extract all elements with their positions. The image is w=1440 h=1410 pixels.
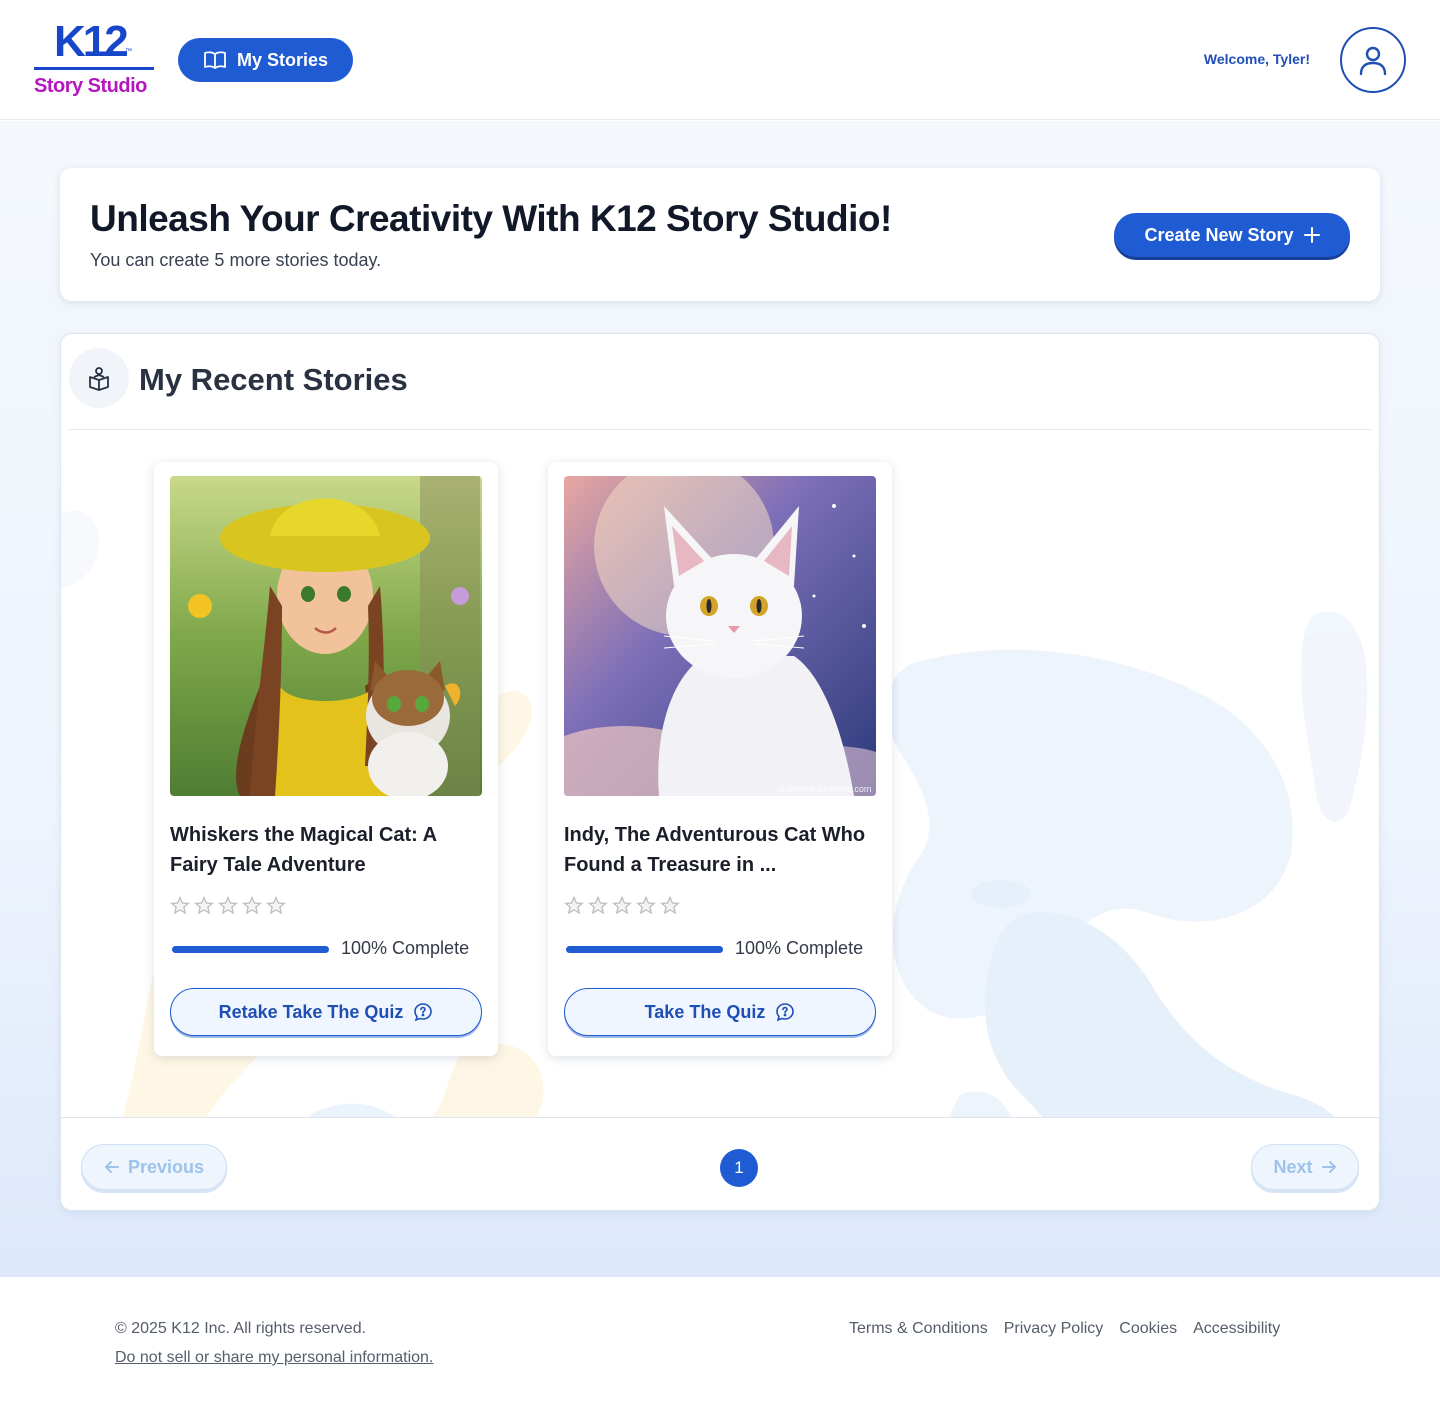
- stories-remaining-text: You can create 5 more stories today.: [90, 250, 382, 270]
- recent-stories-header: My Recent Stories: [69, 334, 1371, 430]
- my-stories-button[interactable]: My Stories: [178, 38, 353, 82]
- copyright-text: © 2025 K12 Inc. All rights reserved.: [115, 1320, 367, 1337]
- create-new-story-button[interactable]: Create New Story: [1114, 213, 1350, 257]
- previous-label: Previous: [127, 1156, 205, 1177]
- logo-trademark: ™: [125, 48, 132, 55]
- page-number-button[interactable]: 1: [720, 1149, 758, 1187]
- book-reader-icon-wrapper: [69, 348, 129, 408]
- star-outline-icon[interactable]: [612, 896, 632, 916]
- star-outline-icon[interactable]: [636, 896, 656, 916]
- cookies-link[interactable]: Cookies: [1119, 1320, 1177, 1338]
- image-watermark: stablediffusionweb.com: [778, 784, 871, 794]
- recent-stories-title: My Recent Stories: [139, 362, 408, 397]
- story-card[interactable]: Whiskers the Magical Cat: A Fairy Tale A…: [154, 462, 498, 1056]
- main-content: Unleash Your Creativity With K12 Story S…: [0, 121, 1440, 1277]
- take-quiz-button[interactable]: Take The Quiz: [564, 988, 876, 1036]
- accessibility-link[interactable]: Accessibility: [1193, 1320, 1280, 1338]
- star-outline-icon[interactable]: [170, 896, 190, 916]
- story-progress-fill: [566, 946, 723, 953]
- create-new-story-label: Create New Story: [1144, 224, 1294, 245]
- user-icon: [1359, 46, 1387, 76]
- k12-story-studio-logo[interactable]: K12 ™ Story Studio: [34, 20, 156, 100]
- story-title[interactable]: Whiskers the Magical Cat: A Fairy Tale A…: [170, 820, 482, 880]
- rating-stars[interactable]: [564, 896, 680, 916]
- hero-banner: Unleash Your Creativity With K12 Story S…: [60, 168, 1380, 301]
- previous-page-button[interactable]: Previous: [81, 1144, 227, 1190]
- pagination: Previous 1 Next: [61, 1117, 1379, 1210]
- question-bubble-icon: [414, 1003, 433, 1022]
- story-progress-bar: [172, 946, 329, 953]
- star-outline-icon[interactable]: [218, 896, 238, 916]
- story-cover-image[interactable]: stablediffusionweb.com: [564, 476, 876, 796]
- logo-k12-text: K12: [54, 17, 129, 66]
- story-title[interactable]: Indy, The Adventurous Cat Who Found a Tr…: [564, 820, 876, 880]
- story-cover-image[interactable]: [170, 476, 482, 796]
- star-outline-icon[interactable]: [194, 896, 214, 916]
- story-illustration-white-cat: stablediffusionweb.com: [564, 476, 876, 796]
- story-progress-label: 100% Complete: [735, 938, 864, 958]
- footer-links: Terms & Conditions Privacy Policy Cookie…: [849, 1320, 1280, 1338]
- privacy-policy-link[interactable]: Privacy Policy: [1004, 1320, 1104, 1338]
- logo-divider: [34, 67, 154, 70]
- arrow-right-icon: [1321, 1161, 1336, 1173]
- recent-stories-panel: My Recent Stories Whiskers the Magical C…: [60, 333, 1380, 1211]
- story-progress-bar: [566, 946, 723, 953]
- star-outline-icon[interactable]: [660, 896, 680, 916]
- next-page-button[interactable]: Next: [1251, 1144, 1359, 1190]
- quiz-button-label: Take The Quiz: [644, 1001, 766, 1022]
- story-card[interactable]: stablediffusionweb.com Indy, The Adventu…: [548, 462, 892, 1056]
- rating-stars[interactable]: [170, 896, 286, 916]
- star-outline-icon[interactable]: [564, 896, 584, 916]
- plus-icon: [1303, 227, 1320, 243]
- site-header: K12 ™ Story Studio My Stories Welcome, T…: [0, 0, 1440, 120]
- star-outline-icon[interactable]: [588, 896, 608, 916]
- next-label: Next: [1273, 1156, 1313, 1177]
- do-not-sell-link[interactable]: Do not sell or share my personal informa…: [115, 1349, 433, 1367]
- site-footer: © 2025 K12 Inc. All rights reserved. Do …: [0, 1277, 1440, 1410]
- book-reader-icon: [89, 367, 109, 391]
- quiz-button-label: Retake Take The Quiz: [218, 1001, 404, 1022]
- question-bubble-icon: [776, 1003, 795, 1022]
- my-stories-label: My Stories: [236, 49, 329, 70]
- arrow-left-icon: [104, 1161, 119, 1173]
- story-progress-label: 100% Complete: [341, 938, 470, 958]
- logo-studio-text: Story Studio: [34, 75, 147, 97]
- star-outline-icon[interactable]: [242, 896, 262, 916]
- star-outline-icon[interactable]: [266, 896, 286, 916]
- story-illustration-girl-and-cat: [170, 476, 482, 796]
- terms-link[interactable]: Terms & Conditions: [849, 1320, 988, 1338]
- retake-quiz-button[interactable]: Retake Take The Quiz: [170, 988, 482, 1036]
- hero-title: Unleash Your Creativity With K12 Story S…: [90, 198, 892, 239]
- user-avatar-button[interactable]: [1340, 27, 1406, 93]
- welcome-text: Welcome, Tyler!: [1203, 51, 1310, 67]
- story-progress-fill: [172, 946, 329, 953]
- open-book-icon: [204, 51, 226, 69]
